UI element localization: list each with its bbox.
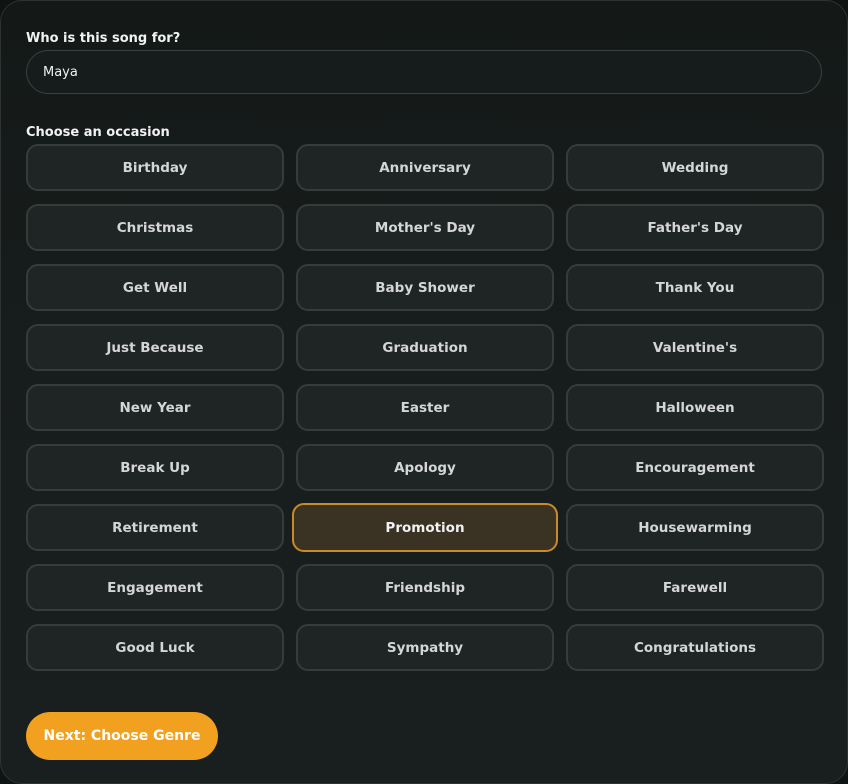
occasion-button[interactable]: Just Because (26, 324, 284, 371)
occasion-button[interactable]: Anniversary (296, 144, 554, 191)
occasion-button[interactable]: Sympathy (296, 624, 554, 671)
occasion-button[interactable]: Encouragement (566, 444, 824, 491)
occasion-button[interactable]: Easter (296, 384, 554, 431)
occasion-grid: Birthday Anniversary Wedding Christmas M… (26, 144, 824, 671)
song-form-card: Who is this song for? Choose an occasion… (0, 0, 848, 784)
occasion-button[interactable]: Break Up (26, 444, 284, 491)
occasion-button[interactable]: Engagement (26, 564, 284, 611)
occasion-button[interactable]: Christmas (26, 204, 284, 251)
occasion-label: Choose an occasion (26, 125, 170, 140)
occasion-button[interactable]: Housewarming (566, 504, 824, 551)
occasion-button[interactable]: Halloween (566, 384, 824, 431)
occasion-button[interactable]: Valentine's (566, 324, 824, 371)
recipient-label: Who is this song for? (26, 31, 181, 46)
occasion-button[interactable]: New Year (26, 384, 284, 431)
occasion-button[interactable]: Congratulations (566, 624, 824, 671)
occasion-button[interactable]: Get Well (26, 264, 284, 311)
next-choose-genre-button[interactable]: Next: Choose Genre (26, 712, 218, 760)
occasion-button[interactable]: Apology (296, 444, 554, 491)
occasion-button[interactable]: Retirement (26, 504, 284, 551)
occasion-button[interactable]: Good Luck (26, 624, 284, 671)
occasion-button[interactable]: Birthday (26, 144, 284, 191)
occasion-button[interactable]: Graduation (296, 324, 554, 371)
occasion-button[interactable]: Farewell (566, 564, 824, 611)
occasion-button[interactable]: Baby Shower (296, 264, 554, 311)
occasion-button[interactable]: Wedding (566, 144, 824, 191)
occasion-button-selected[interactable]: Promotion (292, 503, 558, 552)
occasion-button[interactable]: Thank You (566, 264, 824, 311)
occasion-button[interactable]: Mother's Day (296, 204, 554, 251)
occasion-button[interactable]: Friendship (296, 564, 554, 611)
occasion-button[interactable]: Father's Day (566, 204, 824, 251)
recipient-name-input[interactable] (26, 50, 822, 94)
